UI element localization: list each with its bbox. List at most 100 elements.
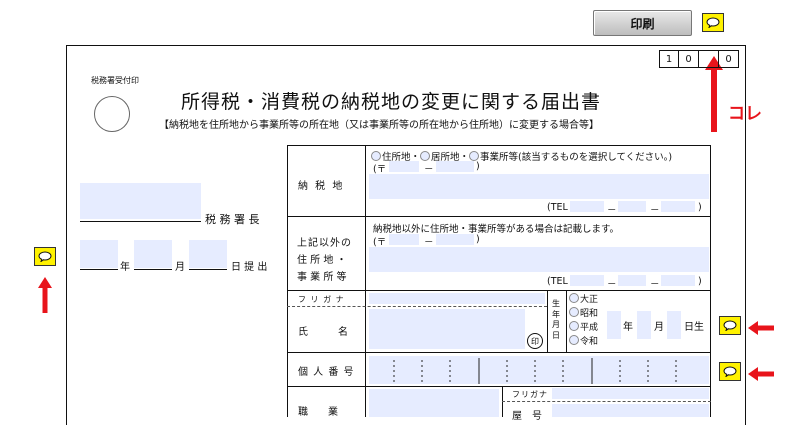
other-postal1-input[interactable] [389, 234, 419, 245]
receipt-stamp-circle [94, 96, 130, 132]
nozeichi-address-input[interactable] [369, 174, 709, 199]
era-label: 平成 [580, 323, 599, 333]
radio-era[interactable] [569, 293, 579, 303]
birth-label: 生 年 月 日 [552, 299, 560, 341]
nozeichi-postal-dash: － [424, 164, 434, 175]
red-left-arrow-icon-2 [748, 366, 774, 385]
nozeichi-tel3-input[interactable] [661, 201, 695, 212]
nozeichi-tel-dash1: － [607, 205, 617, 216]
radio-era[interactable] [569, 307, 579, 317]
other-tel-prefix: (TEL [547, 276, 568, 287]
birth-month-label: 月 [654, 322, 664, 333]
nozeichi-label: 納 税 地 [298, 181, 345, 192]
shop-furigana-input[interactable] [552, 388, 709, 399]
birth-label-char: 年 [552, 309, 560, 319]
other-tel-dash1: － [607, 279, 617, 290]
row-divider [287, 290, 711, 291]
other-postal2-input[interactable] [436, 234, 474, 245]
radio-kyoshochi[interactable] [420, 151, 431, 161]
furigana-divider [287, 306, 547, 307]
name-furigana-label: フ リ ガ ナ [298, 295, 345, 304]
name-input[interactable] [369, 309, 525, 349]
comment-note-icon[interactable] [702, 13, 724, 32]
date-day-input[interactable] [189, 240, 227, 268]
radio-jushochi[interactable] [371, 151, 381, 161]
radio-era[interactable] [569, 321, 579, 331]
red-up-arrow-icon-left [37, 277, 53, 317]
birth-label-char: 日 [552, 330, 560, 340]
office-digit [699, 50, 719, 68]
birth-day-input[interactable] [667, 311, 681, 339]
other-postal-close: ) [476, 234, 480, 245]
other-address-label-3: 事 業 所 等 [297, 272, 347, 283]
other-address-input[interactable] [369, 247, 709, 272]
comment-note-icon-left[interactable] [34, 247, 56, 266]
date-month-underline [134, 269, 172, 270]
row-divider [287, 386, 711, 387]
other-postal-dash: － [424, 237, 434, 248]
other-tel-close: ) [698, 276, 702, 287]
tax-office-suffix: 税 務 署 長 [205, 213, 260, 226]
tax-office-underline [80, 221, 201, 222]
table-label-divider [365, 145, 366, 417]
nozeichi-tel1-input[interactable] [570, 201, 604, 212]
opt-jigyosho: 事業所等(該当するものを選択してください。) [480, 152, 673, 163]
other-address-note: 納税地以外に住所地・事業所等がある場合は記載します。 [373, 224, 620, 235]
other-tel-dash2: － [650, 279, 660, 290]
my-number-label: 個 人 番 号 [298, 367, 355, 378]
office-digit: 0 [719, 50, 739, 68]
shop-furigana-divider [502, 401, 711, 402]
nozeichi-postal-close: ) [476, 161, 480, 172]
seal-mark: 印 [527, 333, 543, 349]
office-digit: 1 [659, 50, 679, 68]
era-options: 大正 昭和 平成 令和 [569, 293, 598, 349]
name-furigana-input[interactable] [369, 293, 545, 304]
occupation-label: 職 業 [298, 407, 338, 418]
nozeichi-tel-close: ) [698, 202, 702, 213]
other-postal-prefix: (〒 [373, 237, 387, 248]
row-divider [287, 352, 711, 353]
date-year-underline [80, 269, 118, 270]
birth-year-label: 年 [623, 322, 633, 333]
occupation-input[interactable] [369, 389, 499, 417]
speech-bubble-icon [706, 17, 720, 28]
tax-office-input[interactable] [80, 183, 201, 219]
radio-era[interactable] [569, 335, 579, 345]
era-option[interactable]: 大正 [569, 293, 598, 307]
other-address-label-2: 住 所 地 ・ [297, 255, 347, 266]
date-day-label: 日 提 出 [231, 262, 268, 273]
birth-divider [547, 290, 548, 352]
my-number-separators [369, 356, 709, 384]
shop-name-input[interactable] [552, 404, 709, 417]
other-tel1-input[interactable] [570, 275, 604, 286]
era-option[interactable]: 令和 [569, 335, 598, 349]
date-year-label: 年 [120, 262, 130, 273]
date-month-label: 月 [175, 262, 185, 273]
era-label: 昭和 [580, 309, 599, 319]
other-tel2-input[interactable] [618, 275, 646, 286]
shop-name-label: 屋 号 [512, 411, 542, 422]
print-button[interactable]: 印刷 [593, 10, 692, 36]
birth-label-char: 生 [552, 299, 560, 308]
era-option[interactable]: 昭和 [569, 307, 598, 321]
era-option[interactable]: 平成 [569, 321, 598, 335]
name-label: 氏 名 [298, 327, 348, 338]
nozeichi-tel-dash2: － [650, 205, 660, 216]
radio-jigyosho[interactable] [469, 151, 480, 161]
era-label: 令和 [580, 337, 599, 347]
nozeichi-postal2-input[interactable] [436, 161, 474, 172]
nozeichi-tel-prefix: (TEL [547, 202, 568, 213]
date-month-input[interactable] [134, 240, 172, 268]
office-number-boxes: 1 0 0 [659, 50, 739, 68]
date-year-input[interactable] [80, 240, 118, 268]
birth-label-char: 月 [552, 320, 560, 329]
office-digit: 0 [679, 50, 699, 68]
other-tel3-input[interactable] [661, 275, 695, 286]
nozeichi-postal1-input[interactable] [389, 161, 419, 172]
birth-divider [566, 290, 567, 352]
birth-month-input[interactable] [637, 311, 651, 339]
shop-furigana-label: フリガナ [512, 390, 548, 399]
form-title: 所得税・消費税の納税地の変更に関する届出書 [181, 91, 602, 113]
birth-year-input[interactable] [607, 311, 621, 339]
nozeichi-tel2-input[interactable] [618, 201, 646, 212]
